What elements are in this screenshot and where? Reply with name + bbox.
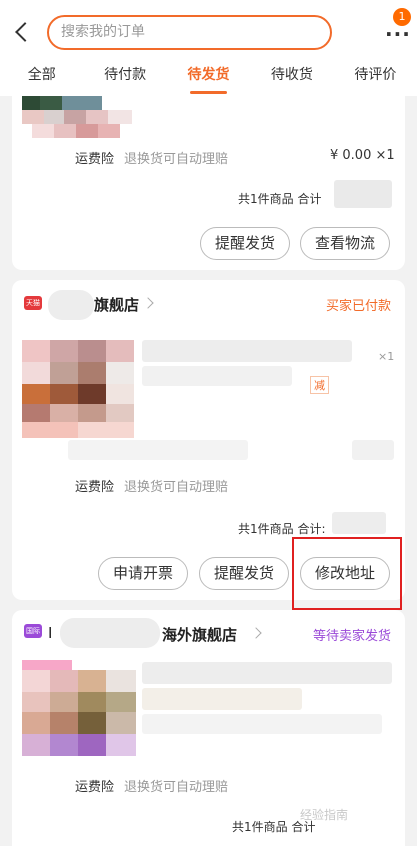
global-logo-icon: 国际 bbox=[24, 624, 42, 638]
back-arrow-icon[interactable] bbox=[10, 16, 34, 50]
product-spec-blurred bbox=[142, 366, 292, 386]
order-card: 运费险 退换货可自动理赔 ¥ 0.00 ×1 共1件商品 合计 提醒发货 查看物流 bbox=[12, 96, 405, 270]
promo-tag: 减 bbox=[310, 376, 329, 394]
product-blurred bbox=[142, 714, 382, 734]
freight-insurance: 运费险 退换货可自动理赔 bbox=[75, 152, 229, 167]
shop-prefix: I bbox=[48, 624, 53, 642]
freight-insurance: 运费险 退换货可自动理赔 bbox=[75, 480, 229, 495]
price-blurred bbox=[352, 440, 394, 460]
header-bar: 搜索我的订单 ··· 1 全部 待付款 待发货 待收货 待评价 bbox=[0, 0, 417, 96]
product-image[interactable] bbox=[22, 340, 134, 438]
tab-to-pay[interactable]: 待付款 bbox=[83, 60, 166, 96]
watermark: 经验指南 bbox=[300, 808, 349, 822]
notification-badge: 1 bbox=[393, 8, 411, 26]
item-quantity: ×1 bbox=[378, 350, 395, 363]
search-input[interactable]: 搜索我的订单 bbox=[47, 15, 332, 50]
shop-name-blurred bbox=[48, 290, 94, 320]
total-amount bbox=[332, 512, 386, 534]
order-total: 共1件商品 合计: bbox=[238, 522, 326, 536]
shop-name[interactable]: 旗舰店 bbox=[94, 294, 139, 315]
product-title-blurred bbox=[142, 340, 352, 362]
order-total: 共1件商品 合计 bbox=[238, 192, 322, 206]
chevron-right-icon bbox=[142, 297, 154, 309]
more-menu-button[interactable]: ··· 1 bbox=[381, 8, 411, 48]
more-dots-icon: ··· bbox=[385, 22, 411, 46]
order-status: 买家已付款 bbox=[325, 299, 391, 314]
total-amount bbox=[334, 180, 392, 208]
tab-all[interactable]: 全部 bbox=[0, 60, 83, 96]
product-image[interactable] bbox=[22, 96, 132, 138]
order-tabs: 全部 待付款 待发货 待收货 待评价 bbox=[0, 60, 417, 96]
chevron-right-icon bbox=[250, 627, 262, 639]
shop-name-blurred bbox=[60, 618, 160, 648]
remind-ship-button[interactable]: 提醒发货 bbox=[200, 227, 290, 260]
annotation-highlight-box bbox=[292, 537, 402, 610]
shop-name[interactable]: 海外旗舰店 bbox=[162, 624, 237, 645]
freight-insurance: 运费险 退换货可自动理赔 bbox=[75, 780, 229, 795]
tab-to-review[interactable]: 待评价 bbox=[334, 60, 417, 96]
view-logistics-button[interactable]: 查看物流 bbox=[300, 227, 390, 260]
product-spec-blurred bbox=[142, 688, 302, 710]
tab-to-ship[interactable]: 待发货 bbox=[167, 60, 250, 96]
product-image[interactable] bbox=[22, 660, 136, 756]
product-title-blurred bbox=[142, 662, 392, 684]
remind-ship-button[interactable]: 提醒发货 bbox=[199, 557, 289, 590]
item-price: ¥ 0.00 ×1 bbox=[330, 148, 395, 163]
product-blurred bbox=[68, 440, 248, 460]
request-invoice-button[interactable]: 申请开票 bbox=[98, 557, 188, 590]
order-status: 等待卖家发货 bbox=[312, 629, 391, 644]
tmall-logo-icon: 天猫 bbox=[24, 296, 42, 310]
tab-to-receive[interactable]: 待收货 bbox=[250, 60, 333, 96]
